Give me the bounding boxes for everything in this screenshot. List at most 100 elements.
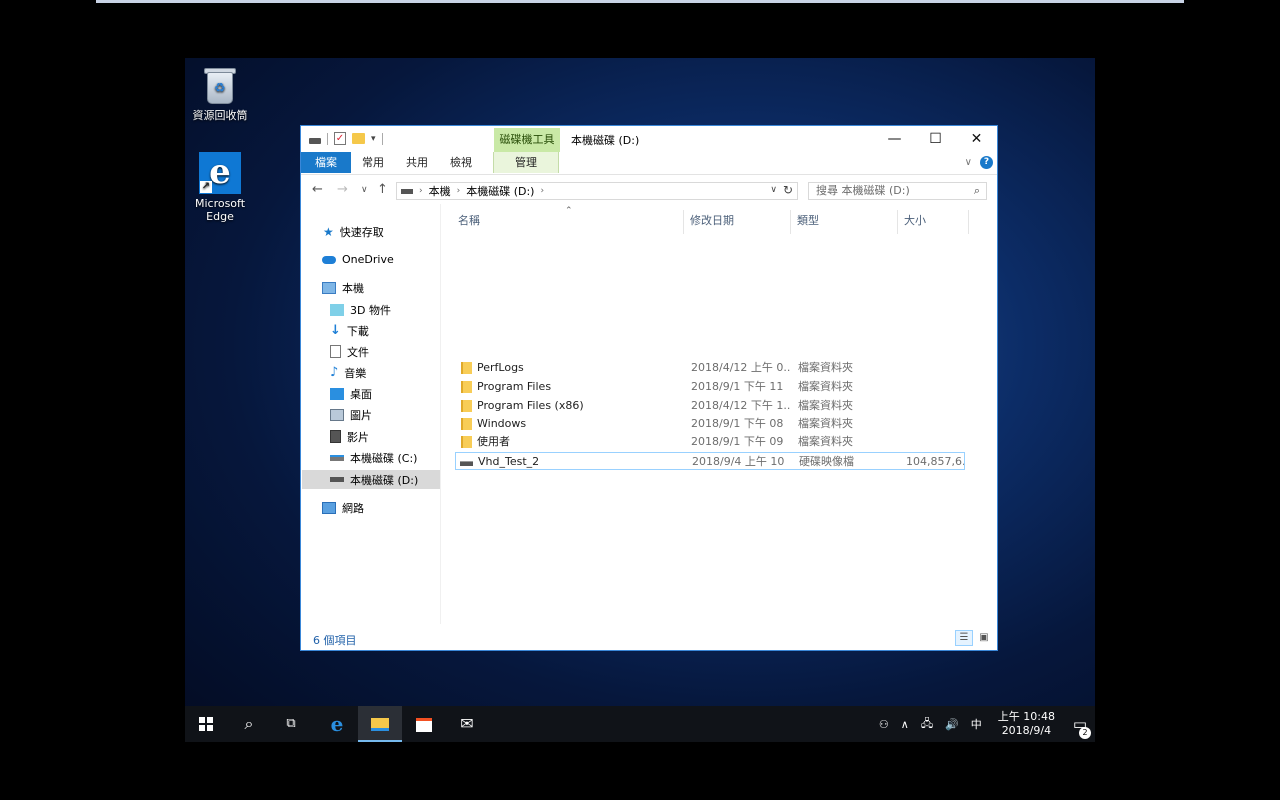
nav-item-label: 下載 [346,324,369,338]
file-name: PerfLogs [477,361,524,374]
nav-item-drive-d[interactable]: 本機磁碟 (D:) [302,470,440,489]
clock-date: 2018/9/4 [1001,724,1052,737]
minimize-button[interactable]: — [874,126,915,152]
refresh-icon[interactable]: ↻ [783,183,793,197]
desktop-icon-edge[interactable]: e ↗ Microsoft Edge [185,152,255,223]
network-tray-icon[interactable]: 🖧 [915,715,939,734]
nav-item-label: 影片 [347,430,369,444]
maximize-button[interactable]: ☐ [915,126,956,152]
breadcrumb-this-pc[interactable]: 本機 [429,183,451,199]
nav-item-videos[interactable]: 影片 [330,427,468,446]
tab-manage[interactable]: 管理 [493,152,559,173]
file-date: 2018/9/1 下午 11 [691,380,784,393]
folder-icon [461,362,472,374]
file-row-windows[interactable]: Windows 2018/9/1 下午 08 檔案資料夾 [455,415,965,433]
properties-icon[interactable]: ✓ [334,132,346,145]
file-row-users[interactable]: 使用者 2018/9/1 下午 09 檔案資料夾 [455,433,965,451]
nav-item-pictures[interactable]: 圖片 [330,405,468,424]
start-button[interactable] [185,706,229,742]
video-icon [330,430,341,443]
clock[interactable]: 上午 10:48 2018/9/4 [988,710,1065,738]
nav-item-drive-c[interactable]: 本機磁碟 (C:) [330,448,468,467]
address-dropdown-chevron-icon[interactable]: ∨ [770,185,777,195]
ime-indicator[interactable]: 中 [965,716,988,732]
breadcrumb-chevron-icon[interactable]: › [457,186,461,196]
recycle-bin-icon: ♻ [203,66,237,106]
nav-item-downloads[interactable]: ↓ 下載 [330,321,468,340]
close-button[interactable]: ✕ [956,126,997,152]
breadcrumb-chevron-icon[interactable]: › [540,186,544,196]
people-icon[interactable]: ⚇ [873,718,895,731]
nav-item-music[interactable]: ♪ 音樂 [330,363,468,382]
file-row-perflogs[interactable]: PerfLogs 2018/4/12 上午 0... 檔案資料夾 [455,359,965,377]
window-title: 本機磁碟 (D:) [571,134,640,147]
forward-arrow-icon[interactable]: → [337,182,348,197]
folder-icon [461,436,472,448]
computer-icon [322,281,336,294]
search-icon[interactable]: ⌕ [227,706,271,742]
nav-item-3d-objects[interactable]: 3D 物件 [330,300,468,319]
new-folder-icon[interactable] [352,133,365,144]
tab-view[interactable]: 檢視 [439,152,483,173]
nav-item-desktop[interactable]: 桌面 [330,384,468,403]
column-header-type[interactable]: 類型 [792,210,898,234]
help-icon[interactable]: ? [980,156,993,169]
task-view-icon[interactable]: ⧉ [269,706,313,742]
taskbar: ⌕ ⧉ e ✉ ⚇ ∧ 🖧 🔊 中 上午 10:48 2018/9/4 ▭ 2 [185,706,1095,742]
column-headers: ⌃ 名稱 修改日期 類型 大小 [453,206,973,234]
large-icons-view-icon[interactable]: ▣ [975,630,993,646]
tab-file[interactable]: 檔案 [301,152,351,173]
nav-item-label: 3D 物件 [350,303,391,317]
file-row-program-files[interactable]: Program Files 2018/9/1 下午 11 檔案資料夾 [455,378,965,396]
store-taskbar-icon[interactable] [402,706,446,742]
nav-item-quick-access[interactable]: ★ 快速存取 [323,222,461,241]
music-icon: ♪ [330,365,339,380]
search-input[interactable]: 搜尋 本機磁碟 (D:) ⌕ [808,182,987,200]
nav-item-documents[interactable]: 文件 [330,342,468,361]
tab-share[interactable]: 共用 [395,152,439,173]
ribbon-tabs: 檔案 常用 共用 檢視 管理 [301,152,997,173]
mail-taskbar-icon[interactable]: ✉ [445,706,489,742]
breadcrumb-drive-d[interactable]: 本機磁碟 (D:) [466,183,534,199]
file-date: 2018/9/1 下午 09 [691,435,784,448]
file-explorer-taskbar-icon[interactable] [358,706,402,742]
file-row-program-files-x86[interactable]: Program Files (x86) 2018/4/12 下午 1... 檔案… [455,397,965,415]
back-arrow-icon[interactable]: ← [312,182,323,197]
tab-home[interactable]: 常用 [351,152,395,173]
breadcrumb-chevron-icon[interactable]: › [419,186,423,196]
file-row-vhd-test-2[interactable]: Vhd_Test_2 2018/9/4 上午 10 硬碟映像檔 104,857,… [455,452,965,470]
nav-item-this-pc[interactable]: 本機 [322,278,460,297]
network-icon [322,501,336,514]
nav-item-label: 桌面 [350,387,372,401]
navigation-bar: ← → ∨ ↑ › 本機 › 本機磁碟 (D:) › ∨ ↻ 搜尋 本機磁碟 (… [301,174,997,204]
edge-taskbar-icon[interactable]: e [315,706,359,742]
recent-locations-chevron-icon[interactable]: ∨ [361,185,368,195]
customize-toolbar-chevron-icon[interactable]: ▾ [371,134,376,144]
expand-ribbon-chevron-icon[interactable]: ∨ [965,157,972,168]
file-size: 104,857,6... [906,455,964,468]
action-center-icon[interactable]: ▭ 2 [1065,715,1095,739]
file-name: 使用者 [477,435,510,448]
file-name: Vhd_Test_2 [478,455,540,468]
address-bar[interactable]: › 本機 › 本機磁碟 (D:) › ∨ ↻ [396,182,798,200]
file-name: Program Files (x86) [477,399,584,412]
pictures-icon [330,408,344,421]
search-icon[interactable]: ⌕ [974,183,980,199]
nav-item-onedrive[interactable]: OneDrive [322,250,460,269]
details-view-icon[interactable]: ☰ [955,630,973,646]
column-header-date[interactable]: 修改日期 [685,210,791,234]
nav-item-network[interactable]: 網路 [322,498,460,517]
show-hidden-icons-chevron-icon[interactable]: ∧ [895,718,915,731]
file-date: 2018/4/12 下午 1... [691,399,791,412]
volume-icon[interactable]: 🔊 [939,718,965,731]
up-arrow-icon[interactable]: ↑ [377,182,388,197]
desktop-icon-recycle-bin[interactable]: ♻ 資源回收筒 [185,66,255,122]
download-icon: ↓ [330,323,341,338]
title-bar[interactable]: ✓ ▾ 磁碟機工具 本機磁碟 (D:) — ☐ ✕ [301,126,997,152]
drive-icon [309,137,321,144]
column-header-size[interactable]: 大小 [899,210,969,234]
desktop-icon-label: 資源回收筒 [192,109,248,122]
status-bar: 6 個項目 ☰ ▣ [301,626,997,650]
file-type: 硬碟映像檔 [799,455,854,468]
column-header-name[interactable]: 名稱 [453,210,684,234]
